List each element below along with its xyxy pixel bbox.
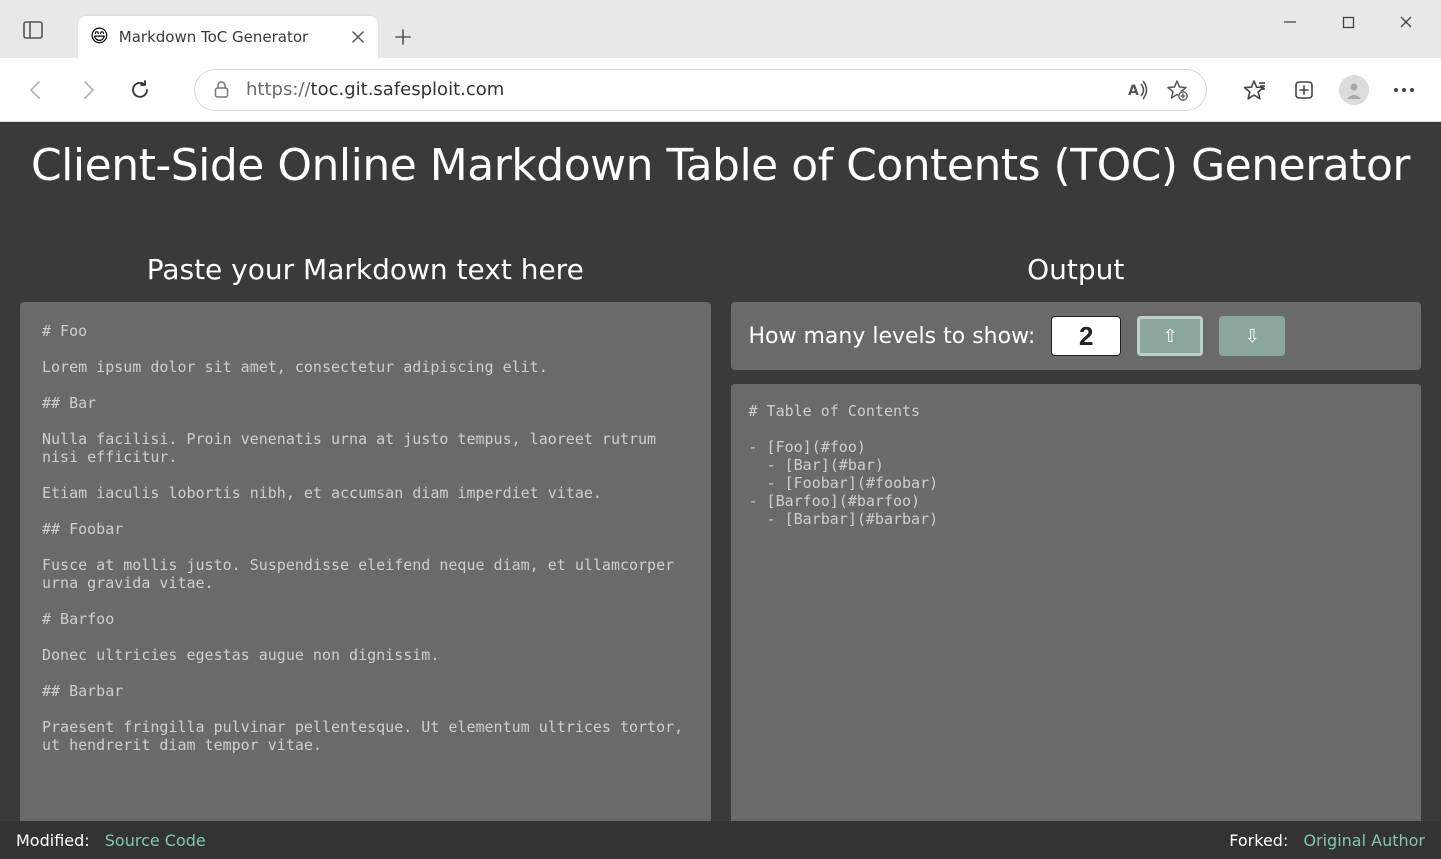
maximize-button[interactable]	[1319, 0, 1377, 44]
page-content: Client-Side Online Markdown Table of Con…	[0, 122, 1441, 859]
add-favorite-icon[interactable]	[1166, 79, 1188, 101]
levels-input[interactable]	[1051, 316, 1121, 356]
toolbar: https://toc.git.safesploit.com A	[0, 58, 1441, 122]
levels-control: How many levels to show: ⇧ ⇩	[731, 302, 1422, 370]
forward-button[interactable]	[66, 68, 110, 112]
levels-label: How many levels to show:	[749, 324, 1036, 349]
window-controls	[1261, 0, 1435, 44]
page-title: Client-Side Online Markdown Table of Con…	[0, 122, 1441, 201]
url-scheme: https://	[246, 79, 311, 100]
new-tab-button[interactable]	[384, 18, 422, 56]
level-up-button[interactable]: ⇧	[1137, 316, 1203, 356]
titlebar: 😄 Markdown ToC Generator	[0, 0, 1441, 58]
output-column: Output How many levels to show: ⇧ ⇩ # Ta…	[731, 253, 1422, 849]
footer-right: Forked: Original Author	[1229, 831, 1425, 850]
arrow-up-icon: ⇧	[1163, 326, 1178, 347]
input-heading: Paste your Markdown text here	[20, 253, 711, 302]
collections-icon[interactable]	[1281, 68, 1327, 112]
level-down-button[interactable]: ⇩	[1219, 316, 1285, 356]
svg-text:A: A	[1128, 83, 1139, 99]
footer-left: Modified: Source Code	[16, 831, 206, 850]
close-window-button[interactable]	[1377, 0, 1435, 44]
browser-tab[interactable]: 😄 Markdown ToC Generator	[78, 16, 378, 58]
profile-icon[interactable]	[1331, 68, 1377, 112]
modified-label: Modified:	[16, 831, 90, 850]
read-aloud-icon[interactable]: A	[1128, 80, 1150, 100]
browser-chrome: 😄 Markdown ToC Generator h	[0, 0, 1441, 122]
columns: Paste your Markdown text here # Foo Lore…	[0, 201, 1441, 859]
toc-output[interactable]: # Table of Contents - [Foo](#foo) - [Bar…	[731, 384, 1422, 849]
avatar	[1339, 75, 1369, 105]
url-host: toc.git.safesploit.com	[311, 79, 505, 100]
tab-title: Markdown ToC Generator	[119, 28, 340, 46]
toolbar-right-icons	[1231, 68, 1427, 112]
source-code-link[interactable]: Source Code	[105, 831, 206, 850]
footer: Modified: Source Code Forked: Original A…	[0, 821, 1441, 859]
url-text: https://toc.git.safesploit.com	[246, 79, 1112, 100]
markdown-input[interactable]: # Foo Lorem ipsum dolor sit amet, consec…	[20, 302, 711, 849]
close-tab-icon[interactable]	[350, 29, 366, 45]
input-column: Paste your Markdown text here # Foo Lore…	[20, 253, 711, 849]
forked-label: Forked:	[1229, 831, 1288, 850]
output-heading: Output	[731, 253, 1422, 302]
original-author-link[interactable]: Original Author	[1303, 831, 1425, 850]
tab-actions-icon[interactable]	[18, 15, 48, 45]
arrow-down-icon: ⇩	[1245, 326, 1260, 347]
tab-favicon: 😄	[90, 28, 109, 46]
back-button[interactable]	[14, 68, 58, 112]
menu-icon[interactable]	[1381, 68, 1427, 112]
address-bar[interactable]: https://toc.git.safesploit.com A	[194, 69, 1207, 111]
refresh-button[interactable]	[118, 68, 162, 112]
lock-icon	[213, 80, 230, 99]
favorites-icon[interactable]	[1231, 68, 1277, 112]
minimize-button[interactable]	[1261, 0, 1319, 44]
